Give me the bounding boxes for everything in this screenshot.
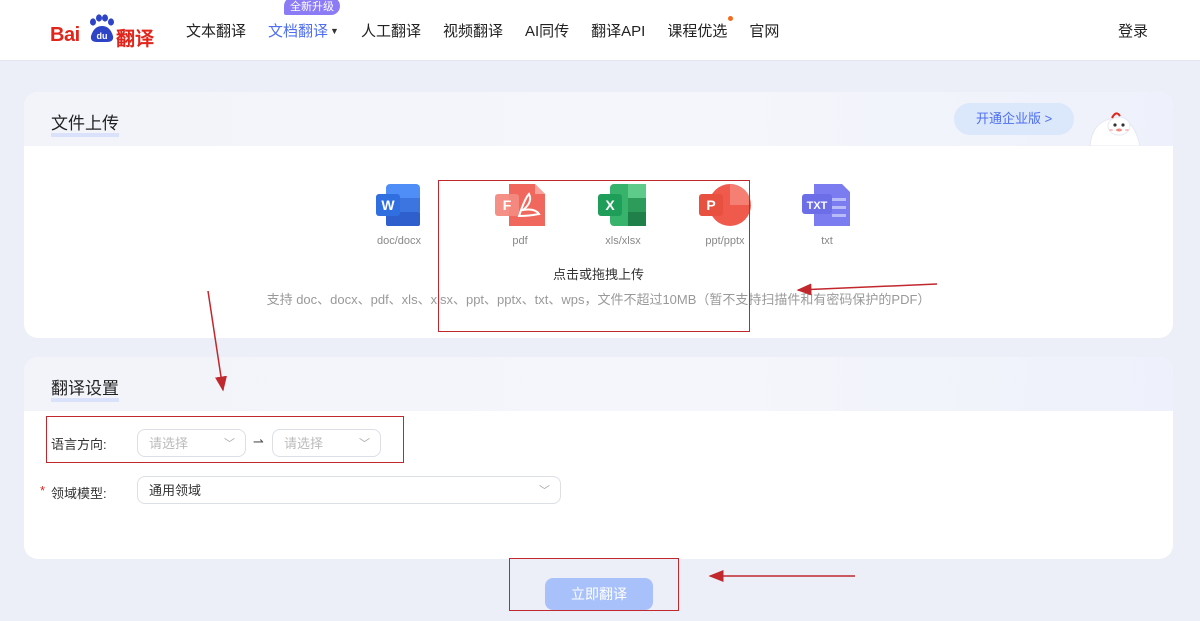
caret-down-icon: ▼ [330, 25, 339, 36]
pdf-icon: F [495, 184, 545, 226]
file-type-pdf[interactable]: F pdf [490, 184, 550, 247]
nav-official-site[interactable]: 官网 [749, 20, 779, 41]
file-type-icons[interactable]: W doc/docx F pdf X xls/xlsx P ppt/pptx T… [369, 184, 850, 254]
target-language-select[interactable]: 请选择 ﹀ [272, 429, 381, 457]
svg-text:TXT: TXT [807, 200, 828, 212]
logo-text-fanyi: 翻译 [116, 29, 155, 50]
chevron-down-icon: ﹀ [224, 438, 235, 450]
login-link[interactable]: 登录 [1118, 20, 1148, 41]
svg-text:X: X [605, 197, 615, 213]
nav-video-translate[interactable]: 视频翻译 [443, 20, 503, 41]
svg-text:W: W [381, 197, 395, 213]
notification-dot [728, 15, 734, 21]
direction-arrow-icon[interactable]: ⇀ [253, 434, 264, 450]
excel-icon: X [598, 184, 646, 226]
file-upload-card: 文件上传 开通企业版 > W doc/docx F pdf X xls/xlsx… [24, 92, 1173, 338]
mascot-illustration [1089, 112, 1141, 146]
source-language-select[interactable]: 请选择 ﹀ [137, 429, 246, 457]
top-nav: Bai du 翻译 文本翻译 全新升级 文档翻译 ▼ 人工翻译 视频翻译 AI同传… [0, 0, 1200, 61]
file-type-xls[interactable]: X xls/xlsx [593, 184, 653, 247]
file-type-txt[interactable]: TXT txt [797, 184, 857, 247]
svg-text:P: P [706, 197, 715, 213]
supported-formats-text: 支持 doc、docx、pdf、xls、xlsx、ppt、pptx、txt、wp… [266, 292, 931, 307]
new-upgrade-badge: 全新升级 [284, 0, 341, 15]
nav-translate-api[interactable]: 翻译API [591, 20, 645, 41]
file-type-ppt[interactable]: P ppt/pptx [695, 184, 755, 247]
txt-icon: TXT [802, 184, 850, 226]
nav-courses[interactable]: 课程优选 [667, 15, 734, 41]
word-icon: W [376, 184, 420, 226]
nav-doc-translate[interactable]: 全新升级 文档翻译 ▼ [268, 0, 341, 41]
required-asterisk: * [40, 483, 46, 498]
paw-icon: du [90, 14, 114, 42]
svg-text:F: F [503, 197, 512, 213]
translation-settings-header: 翻译设置 [24, 357, 1173, 411]
nav-ai-interpret[interactable]: AI同传 [525, 20, 569, 41]
upload-dropzone-hint[interactable]: 点击或拖拽上传 [24, 264, 1173, 283]
translate-now-button[interactable]: 立即翻译 [545, 578, 653, 610]
nav-text-translate[interactable]: 文本翻译 [186, 20, 246, 41]
file-upload-title: 文件上传 [51, 109, 119, 137]
language-direction-label: 语言方向: [51, 437, 107, 452]
nav-human-translate[interactable]: 人工翻译 [361, 20, 421, 41]
domain-model-label: 领域模型: [51, 486, 107, 501]
main-nav: 文本翻译 全新升级 文档翻译 ▼ 人工翻译 视频翻译 AI同传 翻译API 课程优… [186, 0, 801, 60]
translation-settings-card: 翻译设置 语言方向: 请选择 ﹀ ⇀ 请选择 ﹀ * 领域模型: 通用领域 ﹀ [24, 357, 1173, 559]
enterprise-edition-button[interactable]: 开通企业版 > [954, 103, 1075, 135]
file-type-doc[interactable]: W doc/docx [369, 184, 429, 247]
file-upload-header: 文件上传 开通企业版 > [24, 92, 1173, 146]
domain-model-select[interactable]: 通用领域 ﹀ [137, 476, 561, 504]
logo-text-bai: Bai [50, 24, 80, 46]
chevron-down-icon: ﹀ [359, 438, 370, 450]
ppt-icon: P [699, 184, 751, 226]
translation-settings-title: 翻译设置 [51, 374, 119, 402]
chevron-down-icon: ﹀ [539, 485, 550, 497]
logo-text-du: du [97, 31, 108, 41]
baidu-translate-logo[interactable]: Bai du 翻译 [50, 14, 155, 50]
